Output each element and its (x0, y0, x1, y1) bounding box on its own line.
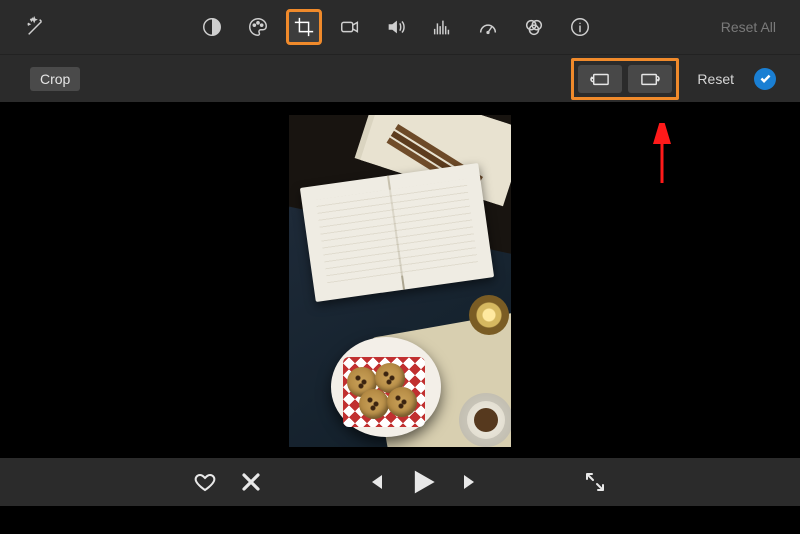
fullscreen-button[interactable] (583, 470, 607, 494)
rotate-button-group (571, 58, 679, 100)
preview-viewer[interactable] (0, 102, 800, 458)
playback-controls (0, 458, 800, 506)
video-camera-icon[interactable] (332, 9, 368, 45)
crop-icon[interactable] (286, 9, 322, 45)
crop-subtoolbar: Crop Reset (0, 54, 800, 102)
filters-icon[interactable] (516, 9, 552, 45)
equalizer-icon[interactable] (424, 9, 460, 45)
reset-all-button[interactable]: Reset All (715, 15, 782, 39)
apply-button[interactable] (754, 68, 776, 90)
rotate-counterclockwise-button[interactable] (578, 65, 622, 93)
color-balance-icon[interactable] (194, 9, 230, 45)
video-crop-editor: Reset All Crop Reset (0, 0, 800, 534)
next-button[interactable] (459, 470, 483, 494)
reset-button[interactable]: Reset (697, 71, 734, 87)
info-icon[interactable] (562, 9, 598, 45)
inspector-toolbar: Reset All (0, 0, 800, 54)
magic-wand-icon[interactable] (18, 9, 54, 45)
crop-mode-button[interactable]: Crop (30, 67, 80, 91)
speedometer-icon[interactable] (470, 9, 506, 45)
play-button[interactable] (409, 468, 437, 496)
bottom-strip (0, 506, 800, 534)
favorite-button[interactable] (193, 470, 217, 494)
reject-button[interactable] (239, 470, 263, 494)
rotate-clockwise-button[interactable] (628, 65, 672, 93)
speaker-icon[interactable] (378, 9, 414, 45)
previous-button[interactable] (363, 470, 387, 494)
preview-image (289, 115, 511, 447)
palette-icon[interactable] (240, 9, 276, 45)
